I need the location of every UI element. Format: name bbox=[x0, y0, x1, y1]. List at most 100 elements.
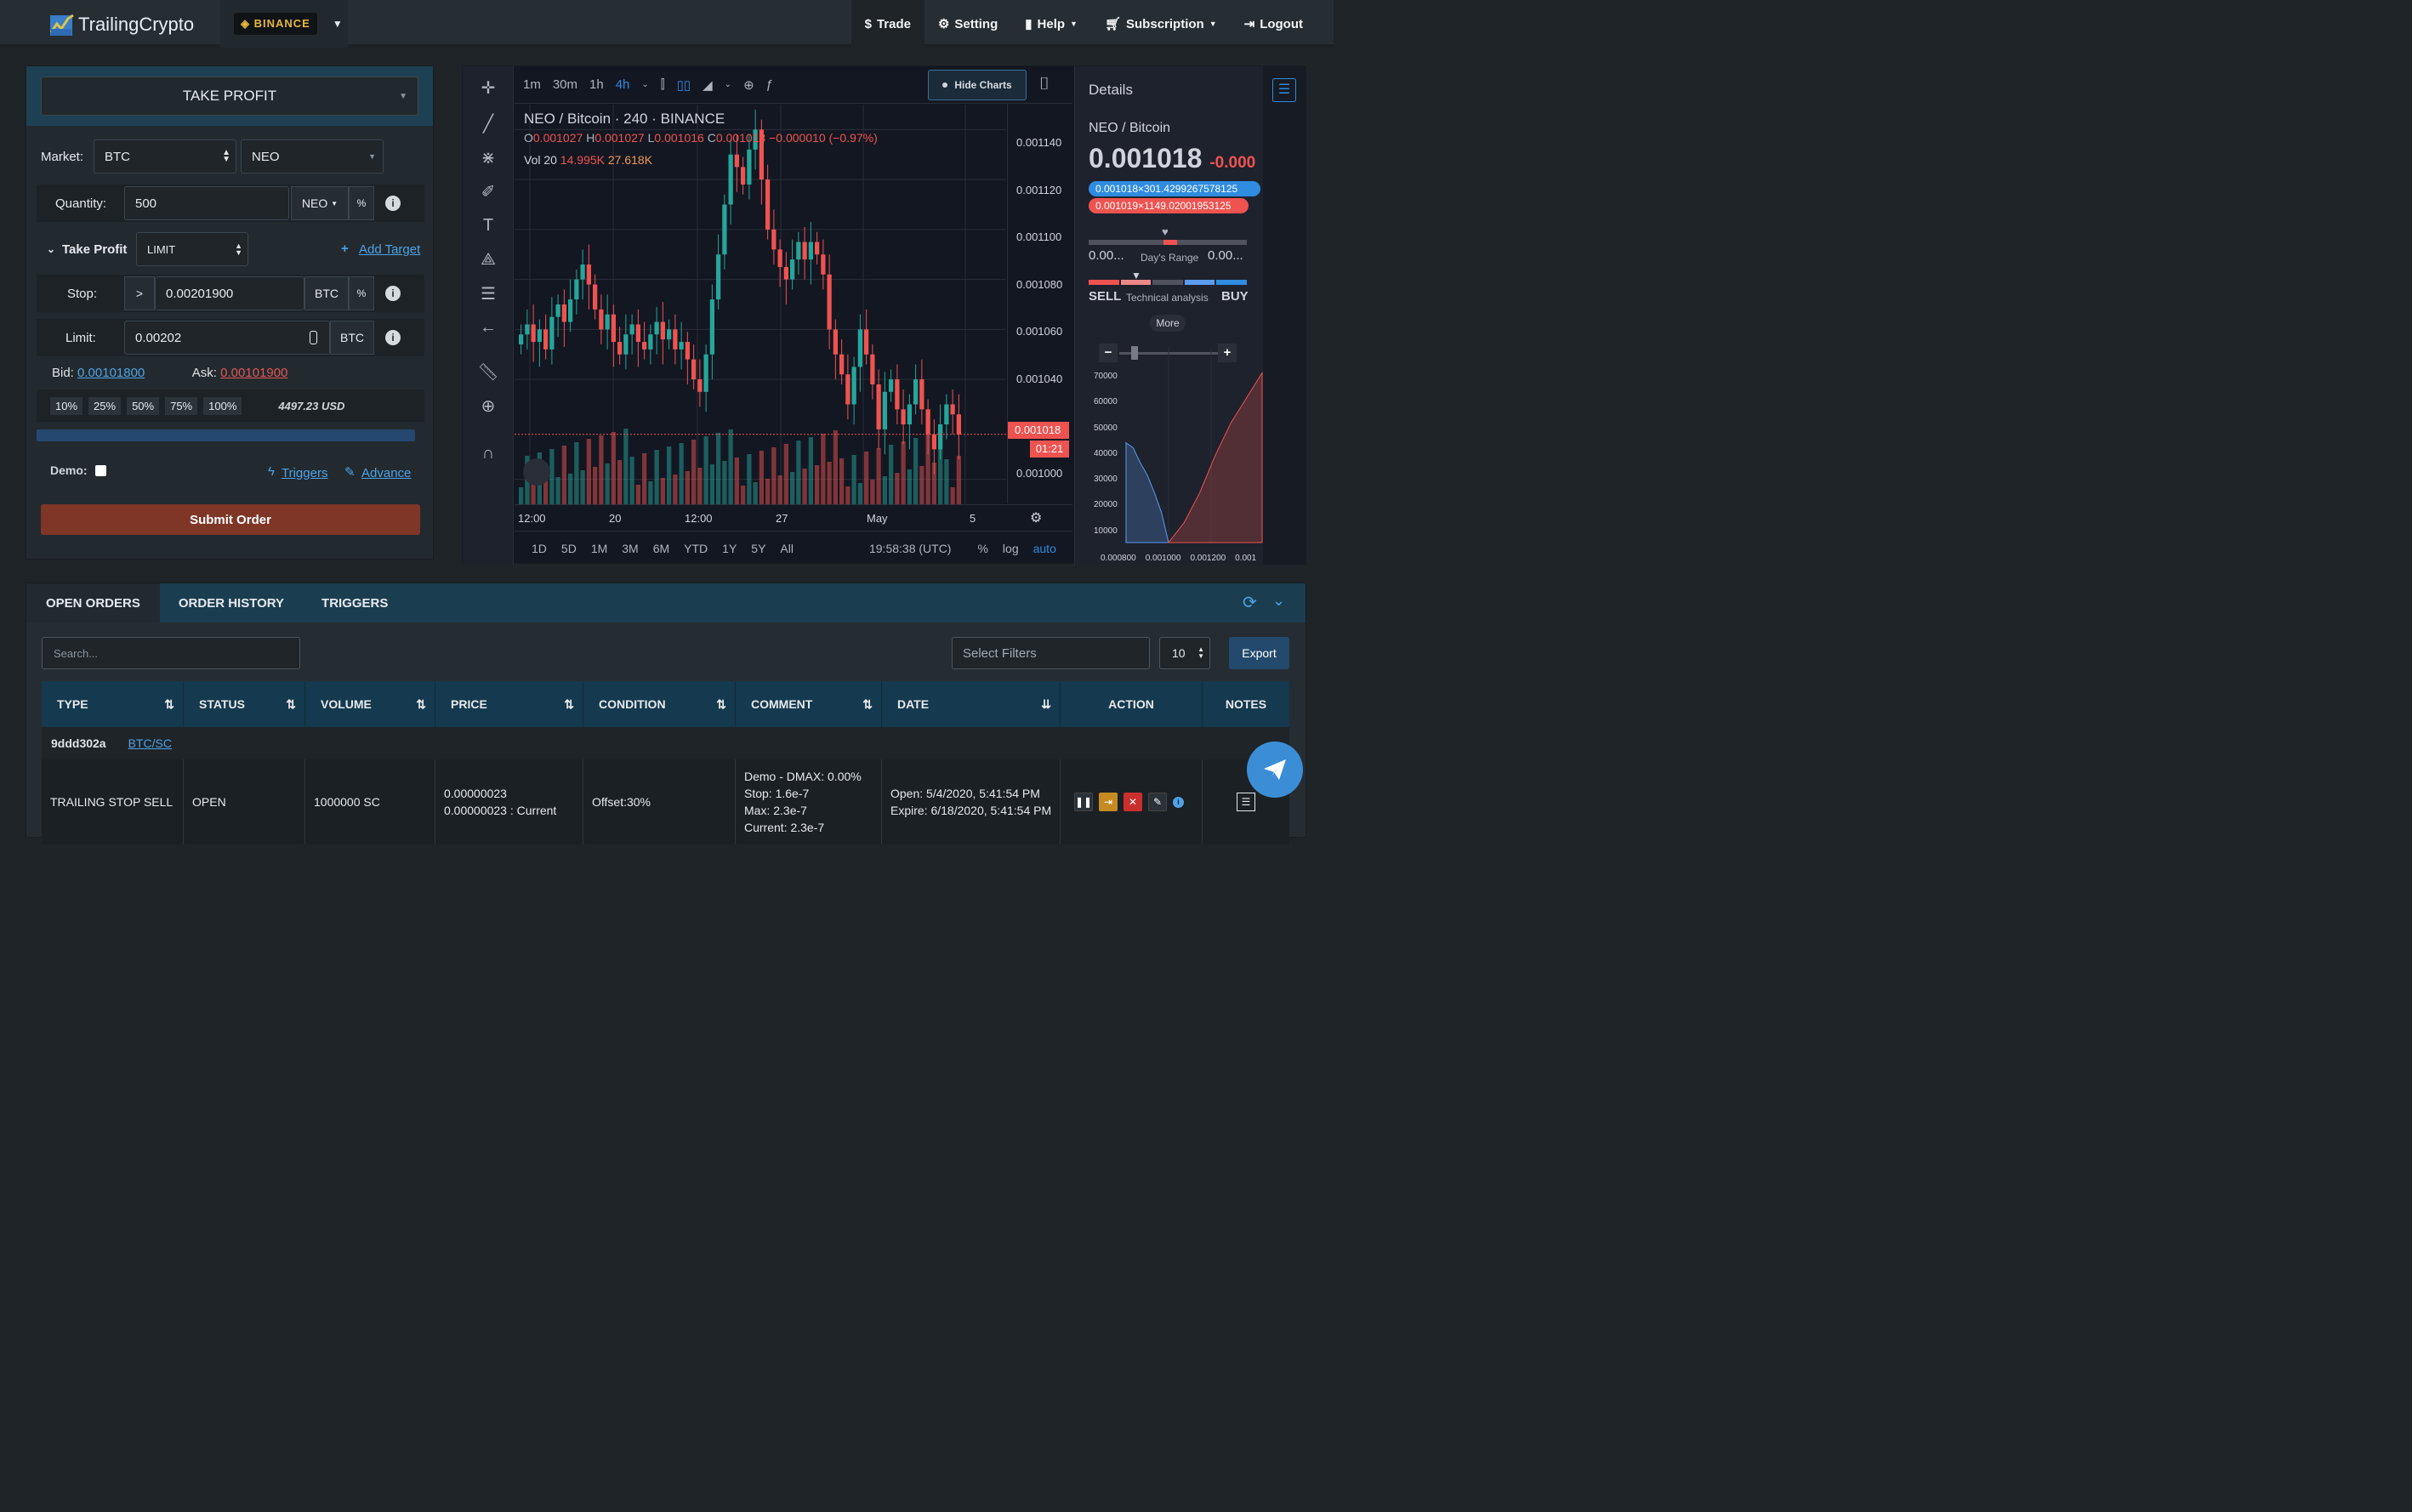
interval-4h[interactable]: 4h bbox=[616, 77, 630, 92]
exit-icon[interactable]: ⇥ bbox=[1099, 793, 1118, 811]
interval-30m[interactable]: 30m bbox=[553, 77, 577, 92]
magnet-icon[interactable]: ∩ bbox=[475, 441, 501, 466]
column-condition[interactable]: CONDITION ⇅ bbox=[583, 681, 736, 727]
price-axis[interactable]: 0.001140 0.001120 0.001100 0.001080 0.00… bbox=[1007, 104, 1072, 503]
candle-style-icon[interactable]: ▯▯ bbox=[677, 77, 691, 93]
nav-subscription[interactable]: 🛒︎ Subscription ▼ bbox=[1091, 0, 1231, 48]
back-arrow-icon[interactable]: ← bbox=[475, 315, 501, 340]
percent-10-button[interactable]: 10% bbox=[50, 396, 83, 415]
column-comment[interactable]: COMMENT ⇅ bbox=[736, 681, 882, 727]
add-target-link[interactable]: Add Target bbox=[359, 242, 420, 257]
nav-trade[interactable]: $ Trade bbox=[850, 0, 924, 48]
range-ytd[interactable]: YTD bbox=[684, 542, 708, 555]
fib-icon[interactable]: ☰ bbox=[475, 281, 501, 306]
range-5y[interactable]: 5Y bbox=[751, 542, 765, 555]
nav-help[interactable]: ▮ Help ▼ bbox=[1011, 0, 1091, 48]
close-icon[interactable]: ✕ bbox=[1124, 793, 1142, 811]
trendline-icon[interactable]: ╱ bbox=[475, 111, 501, 136]
brush-icon[interactable]: ✐ bbox=[475, 179, 501, 204]
percent-100-button[interactable]: 100% bbox=[203, 396, 242, 415]
range-6m[interactable]: 6M bbox=[653, 542, 669, 555]
edit-icon[interactable]: ✎ bbox=[1148, 793, 1167, 811]
quantity-input[interactable]: 500 bbox=[124, 186, 289, 220]
tab-open-orders[interactable]: OPEN ORDERS bbox=[26, 583, 160, 622]
pitchfork-icon[interactable]: ⋇ bbox=[475, 145, 501, 170]
export-button[interactable]: Export bbox=[1229, 637, 1289, 669]
add-indicator-icon[interactable]: ⊕ bbox=[743, 77, 754, 93]
auto-scale-toggle[interactable]: auto bbox=[1033, 542, 1056, 555]
percent-scale-toggle[interactable]: % bbox=[977, 542, 987, 555]
quantity-percent-toggle[interactable]: % bbox=[349, 186, 374, 220]
chevron-down-icon[interactable]: ⌄ bbox=[641, 80, 648, 89]
amount-slider[interactable] bbox=[37, 429, 415, 441]
range-3m[interactable]: 3M bbox=[622, 542, 638, 555]
tab-order-history[interactable]: ORDER HISTORY bbox=[160, 583, 303, 622]
chevron-down-icon[interactable]: ⌄ bbox=[47, 243, 55, 255]
stop-price-input[interactable]: 0.00201900 bbox=[155, 276, 304, 310]
column-type[interactable]: TYPE ⇅ bbox=[42, 681, 184, 727]
stop-operator-select[interactable]: > bbox=[124, 276, 155, 310]
exchange-selector[interactable]: ◈ BINANCE ▼ bbox=[220, 0, 348, 48]
bar-style-icon[interactable]: ⫿ bbox=[661, 77, 665, 92]
tradingview-logo-icon[interactable] bbox=[523, 458, 550, 486]
brand-logo[interactable]: TrailingCrypto bbox=[49, 12, 194, 37]
bid-price-link[interactable]: 0.00101800 bbox=[77, 366, 145, 380]
percent-75-button[interactable]: 75% bbox=[165, 396, 198, 415]
range-all[interactable]: All bbox=[780, 542, 794, 555]
zoom-in-icon[interactable]: ⊕ bbox=[475, 393, 501, 418]
quantity-unit-select[interactable]: NEO ▼ bbox=[291, 186, 349, 220]
stepper-icon[interactable] bbox=[310, 331, 317, 344]
hide-charts-button[interactable]: Hide Charts bbox=[928, 70, 1027, 100]
settings-gear-icon[interactable]: ⚙ bbox=[1030, 509, 1042, 526]
interval-1h[interactable]: 1h bbox=[589, 77, 604, 92]
column-price[interactable]: PRICE ⇅ bbox=[435, 681, 583, 727]
range-1m[interactable]: 1M bbox=[591, 542, 607, 555]
nav-logout[interactable]: ⇥ Logout bbox=[1231, 0, 1317, 48]
list-view-icon[interactable]: ☰ bbox=[1272, 78, 1296, 102]
camera-icon[interactable]: ⌷ bbox=[1039, 75, 1050, 94]
limit-price-input[interactable]: 0.00202 bbox=[124, 321, 330, 355]
nav-setting[interactable]: ⚙ Setting bbox=[924, 0, 1011, 48]
pause-icon[interactable]: ❚❚ bbox=[1074, 793, 1093, 811]
area-style-icon[interactable]: ◢ bbox=[703, 77, 713, 93]
text-tool-icon[interactable]: T bbox=[475, 213, 501, 238]
notes-icon[interactable]: ☰ bbox=[1237, 793, 1255, 811]
more-button[interactable]: More bbox=[1150, 315, 1186, 332]
take-profit-type-select[interactable]: LIMIT ▲ ▼ bbox=[136, 232, 248, 266]
market-quote-select[interactable]: NEO ▼ bbox=[241, 139, 384, 173]
market-base-select[interactable]: BTC ▲ ▼ bbox=[94, 139, 236, 173]
select-filters-input[interactable]: Select Filters bbox=[952, 637, 1150, 669]
page-size-select[interactable]: 10 ▲ ▼ bbox=[1159, 637, 1210, 669]
crosshair-icon[interactable]: ✛ bbox=[475, 75, 501, 100]
collapse-chevron-icon[interactable]: ⌄ bbox=[1272, 592, 1285, 610]
log-scale-toggle[interactable]: log bbox=[1003, 542, 1019, 555]
info-icon[interactable]: i bbox=[1173, 796, 1184, 808]
tab-triggers[interactable]: TRIGGERS bbox=[303, 583, 407, 622]
demo-checkbox[interactable] bbox=[95, 465, 106, 476]
submit-order-button[interactable]: Submit Order bbox=[41, 504, 420, 535]
refresh-icon[interactable]: ⟳ bbox=[1243, 592, 1257, 613]
range-1d[interactable]: 1D bbox=[532, 542, 547, 555]
triggers-link[interactable]: Triggers bbox=[282, 466, 327, 480]
group-pair-link[interactable]: BTC/SC bbox=[128, 736, 172, 750]
column-status[interactable]: STATUS ⇅ bbox=[184, 681, 305, 727]
info-icon[interactable]: i bbox=[385, 196, 401, 211]
pattern-icon[interactable]: ⟁ bbox=[475, 247, 501, 272]
orders-search-input[interactable]: Search... bbox=[42, 637, 300, 669]
fx-icon[interactable]: ƒ bbox=[766, 77, 773, 92]
ask-price-link[interactable]: 0.00101900 bbox=[220, 366, 287, 380]
column-volume[interactable]: VOLUME ⇅ bbox=[305, 681, 435, 727]
interval-1m[interactable]: 1m bbox=[523, 77, 541, 92]
advance-link[interactable]: Advance bbox=[361, 466, 411, 480]
chevron-down-icon[interactable]: ⌄ bbox=[725, 80, 731, 89]
time-axis[interactable]: 12:00 20 12:00 27 May 5 ⚙ bbox=[515, 504, 1072, 530]
order-mode-select[interactable]: TAKE PROFIT ▼ bbox=[41, 77, 418, 116]
percent-50-button[interactable]: 50% bbox=[127, 396, 160, 415]
info-icon[interactable]: i bbox=[385, 330, 401, 345]
percent-25-button[interactable]: 25% bbox=[88, 396, 122, 415]
range-1y[interactable]: 1Y bbox=[722, 542, 737, 555]
ruler-icon[interactable]: 📏︎ bbox=[475, 359, 501, 384]
stop-percent-toggle[interactable]: % bbox=[349, 276, 374, 310]
column-date[interactable]: DATE ⇊ bbox=[882, 681, 1061, 727]
send-message-button[interactable] bbox=[1247, 742, 1303, 798]
